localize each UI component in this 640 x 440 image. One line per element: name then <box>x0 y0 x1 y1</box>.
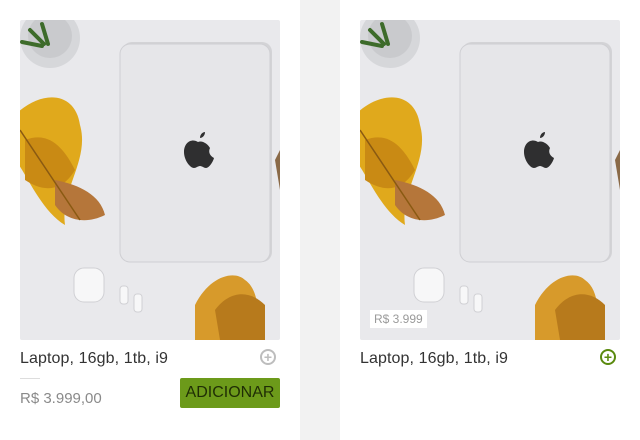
product-title[interactable]: Laptop, 16gb, 1tb, i9 <box>20 350 168 368</box>
price-tag: R$ 3.999 <box>370 310 427 328</box>
product-image[interactable]: R$ 3.999 <box>360 20 620 340</box>
grid-gutter <box>300 0 340 440</box>
product-title[interactable]: Laptop, 16gb, 1tb, i9 <box>360 350 508 368</box>
plus-circle-icon[interactable]: + <box>260 349 276 365</box>
divider <box>20 378 40 379</box>
product-image[interactable] <box>20 20 280 340</box>
plus-circle-icon[interactable]: + <box>600 349 616 365</box>
product-card[interactable]: Laptop, 16gb, 1tb, i9 + R$ 3.999,00 ADIC… <box>0 0 300 440</box>
product-card[interactable]: R$ 3.999 Laptop, 16gb, 1tb, i9 + <box>340 0 640 440</box>
add-to-cart-button[interactable]: ADICIONAR <box>180 378 280 408</box>
product-price: R$ 3.999,00 <box>20 390 102 407</box>
